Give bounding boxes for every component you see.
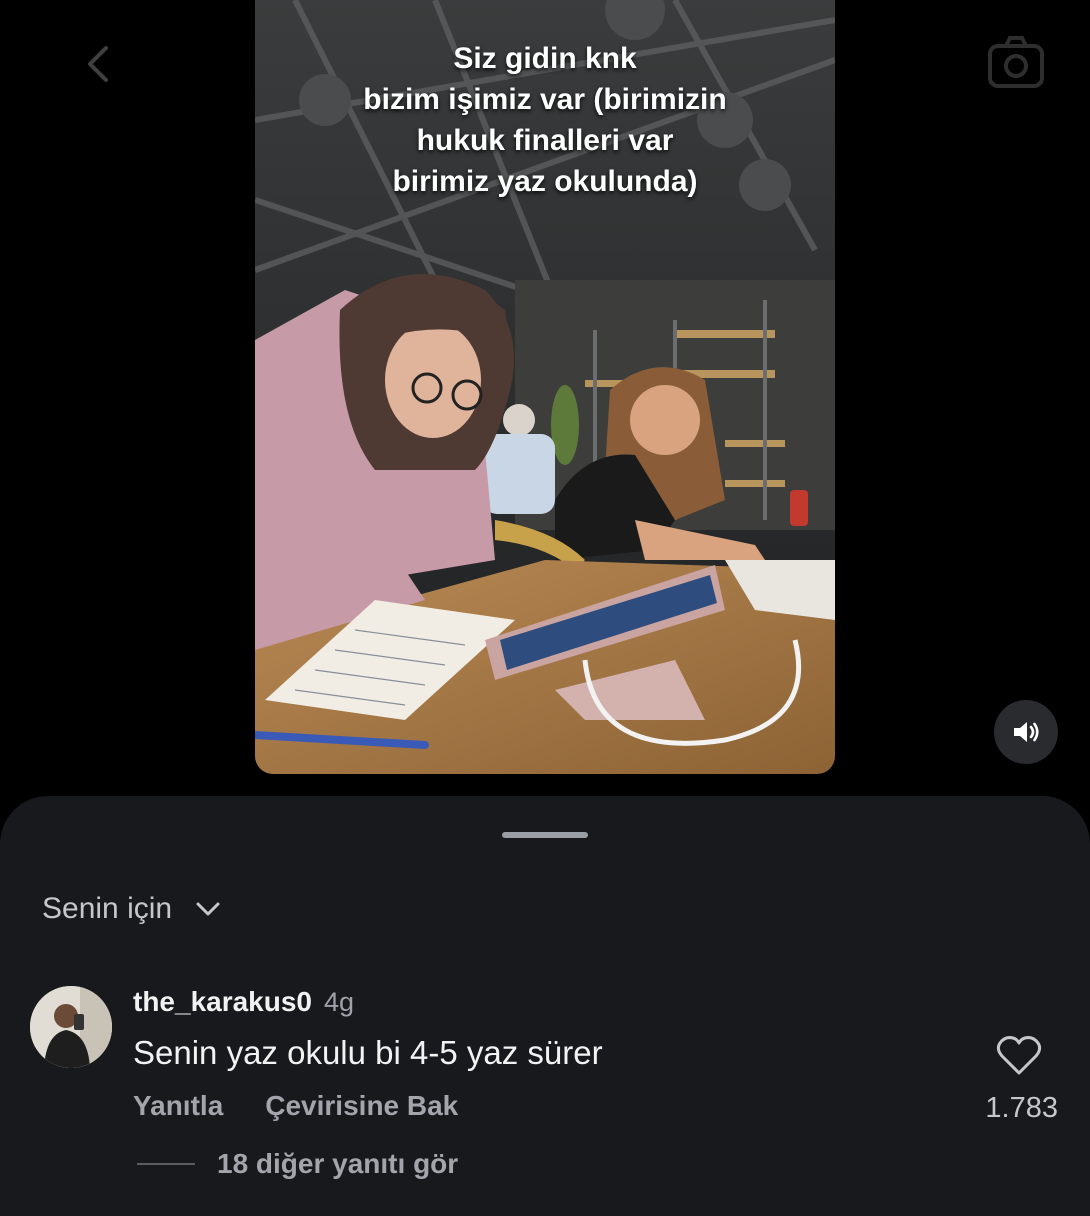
video-player[interactable]: Siz gidin knk bizim işimiz var (birimizi… <box>255 0 835 774</box>
replies-divider <box>137 1163 195 1165</box>
view-replies-button[interactable]: 18 diğer yanıtı gör <box>137 1148 458 1180</box>
caption-line: birimiz yaz okulunda) <box>392 165 698 198</box>
volume-icon <box>1014 722 1039 742</box>
comment-username[interactable]: the_karakus0 <box>133 986 312 1018</box>
caption-line: hukuk finalleri var <box>416 124 674 157</box>
translate-button[interactable]: Çevirisine Bak <box>265 1090 458 1122</box>
comments-sheet: Senin için the_karakus0 4g Senin yaz oku… <box>0 796 1090 1216</box>
sheet-grabber[interactable] <box>502 832 588 838</box>
comment-timestamp: 4g <box>324 987 355 1017</box>
video-caption: Siz gidin knk bizim işimiz var (birimizi… <box>255 38 835 202</box>
caption-line: Siz gidin knk <box>453 42 637 75</box>
like-count: 1.783 <box>985 1092 1058 1124</box>
chevron-down-icon <box>196 902 220 916</box>
volume-button[interactable] <box>994 700 1058 764</box>
caption-line: bizim işimiz var (birimizin <box>363 83 727 116</box>
heart-icon[interactable] <box>996 1034 1042 1076</box>
avatar-image <box>30 986 112 1068</box>
comment-text: Senin yaz okulu bi 4-5 yaz sürer <box>133 1034 603 1071</box>
back-icon[interactable] <box>78 42 122 86</box>
sort-label: Senin için <box>42 892 173 925</box>
sort-dropdown[interactable]: Senin için <box>42 892 222 926</box>
view-replies-label: 18 diğer yanıtı gör <box>217 1148 459 1179</box>
camera-icon[interactable] <box>984 30 1048 94</box>
avatar[interactable] <box>30 986 112 1068</box>
reply-button[interactable]: Yanıtla <box>133 1090 223 1122</box>
